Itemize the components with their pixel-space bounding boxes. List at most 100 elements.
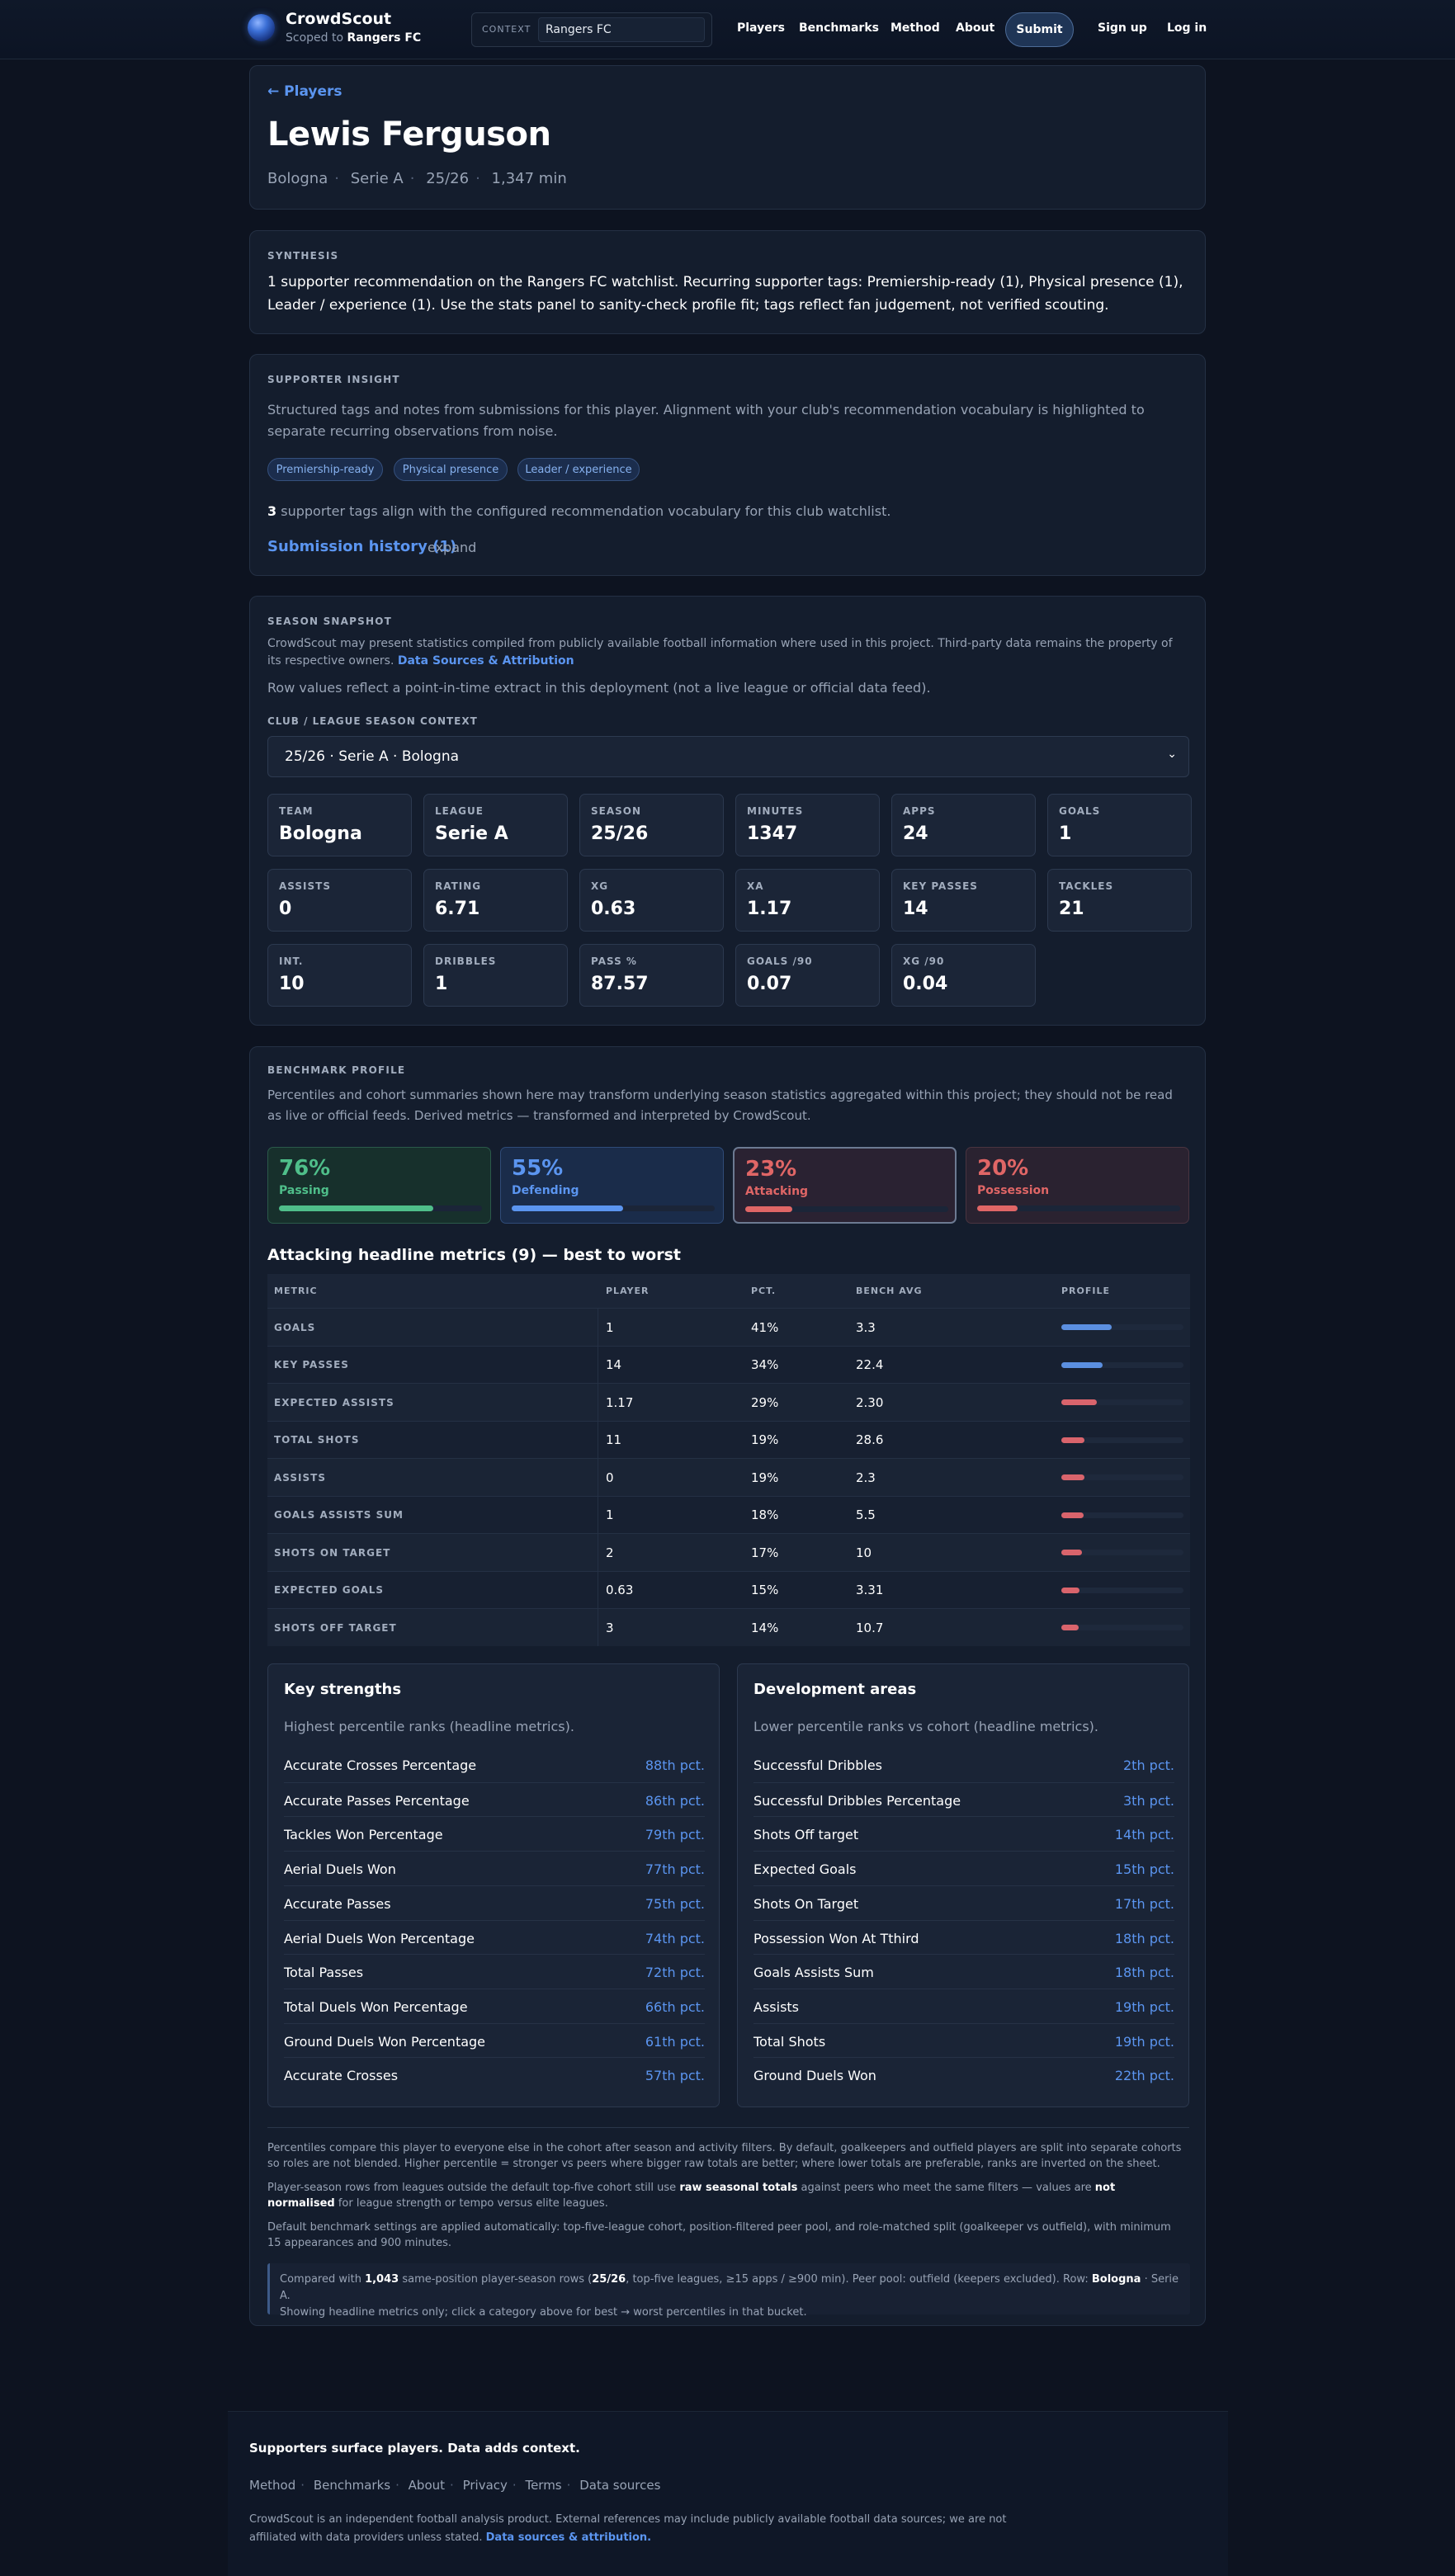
player-league: Serie A <box>350 170 404 187</box>
table-row: GOALS 1 41% 3.3 <box>267 1308 1190 1346</box>
metric-bench-avg: 2.3 <box>856 1470 876 1485</box>
profile-bar-track <box>1061 1399 1183 1405</box>
metric-name: Tackles Won Percentage <box>284 1827 443 1843</box>
footer-link-terms[interactable]: Terms <box>525 2478 561 2493</box>
stat-label: GOALS /90 <box>747 955 813 967</box>
list-item: Accurate Passes 75th pct. <box>284 1885 705 1920</box>
context-label: CONTEXT <box>482 24 531 35</box>
stat-value: 0.04 <box>903 974 948 994</box>
login-link[interactable]: Log in <box>1167 21 1207 35</box>
footer-links: Method · Benchmarks · About · Privacy · Term… <box>249 2478 661 2493</box>
nav-about[interactable]: About <box>956 21 994 35</box>
category-progress-track <box>279 1205 482 1211</box>
metric-name: Ground Duels Won Percentage <box>284 2033 486 2050</box>
category-name: Passing <box>279 1184 329 1197</box>
signup-link[interactable]: Sign up <box>1098 21 1147 35</box>
stat-label: PASS % <box>591 955 637 967</box>
percentile-rank: 19th pct. <box>1114 2033 1174 2050</box>
tag-premiership-ready[interactable]: Premiership-ready <box>267 458 383 481</box>
footer-tagline: Supporters surface players. Data adds co… <box>249 2441 580 2456</box>
category-progress-fill <box>977 1205 1018 1211</box>
profile-bar-fill <box>1061 1625 1079 1630</box>
percentile-rank: 79th pct. <box>645 1827 705 1843</box>
metric-percentile: 41% <box>751 1319 779 1335</box>
stat-value: 14 <box>903 899 928 919</box>
metric-name: Shots Off target <box>753 1827 859 1843</box>
category-card-passing[interactable]: 76% Passing <box>267 1147 491 1224</box>
table-row: GOALS ASSISTS SUM 1 18% 5.5 <box>267 1495 1190 1534</box>
development-areas-panel: Development areas Lower percentile ranks… <box>737 1663 1189 2107</box>
metric-name: GOALS ASSISTS SUM <box>274 1509 404 1521</box>
stat-value: 21 <box>1059 899 1084 919</box>
list-item: Ground Duels Won 22th pct. <box>753 2057 1174 2092</box>
back-to-players-link[interactable]: ← Players <box>267 83 342 100</box>
stat-tile: ASSISTS 0 <box>267 869 412 932</box>
percentile-rank: 74th pct. <box>645 1930 705 1946</box>
supporter-insight-card: SUPPORTER INSIGHT Structured tags and no… <box>249 354 1206 576</box>
nav-method[interactable]: Method <box>890 21 940 35</box>
metrics-title: Attacking headline metrics (9) — best to… <box>267 1246 681 1264</box>
footer-link-method[interactable]: Method <box>249 2478 295 2493</box>
profile-bar-fill <box>1061 1474 1085 1480</box>
metric-name: Shots On Target <box>753 1895 859 1912</box>
profile-bar-track <box>1061 1550 1183 1555</box>
footer-link-data-sources[interactable]: Data sources <box>579 2478 660 2493</box>
stat-label: KEY PASSES <box>903 880 978 892</box>
metric-player-value: 2 <box>606 1545 614 1560</box>
metric-player-value: 14 <box>606 1357 622 1372</box>
metric-percentile: 17% <box>751 1545 779 1560</box>
stat-value: 1.17 <box>747 899 792 919</box>
list-item: Shots On Target 17th pct. <box>753 1885 1174 1920</box>
expand-toggle[interactable]: expand <box>428 540 476 555</box>
metric-player-value: 1.17 <box>606 1394 634 1410</box>
brand-title[interactable]: CrowdScout <box>286 10 391 28</box>
category-card-attacking[interactable]: 23% Attacking <box>733 1147 957 1224</box>
submit-button[interactable]: Submit <box>1005 12 1074 47</box>
tag-leader-experience[interactable]: Leader / experience <box>517 458 640 481</box>
season-note: Row values reflect a point-in-time extra… <box>267 680 931 696</box>
metric-bench-avg: 3.3 <box>856 1319 876 1335</box>
nav-players[interactable]: Players <box>737 21 785 35</box>
season-snapshot-card: SEASON SNAPSHOT CrowdScout may present s… <box>249 596 1206 1026</box>
footnote-raw-e: for league strength or tempo versus elit… <box>338 2197 608 2210</box>
stat-value: 1347 <box>747 823 798 844</box>
tag-physical-presence[interactable]: Physical presence <box>394 458 508 481</box>
data-sources-link[interactable]: Data Sources & Attribution <box>398 654 574 668</box>
list-item: Total Shots 19th pct. <box>753 2022 1174 2058</box>
benchmark-profile-card: BENCHMARK PROFILE Percentiles and cohort… <box>249 1046 1206 2326</box>
col-metric: METRIC <box>274 1286 318 1296</box>
stat-label: GOALS <box>1059 805 1101 817</box>
scope-club: Rangers FC <box>347 31 422 45</box>
metric-name: Accurate Passes <box>284 1895 391 1912</box>
category-card-defending[interactable]: 55% Defending <box>500 1147 724 1224</box>
stat-tile: XA 1.17 <box>735 869 880 932</box>
season-context-select[interactable]: 25/26 · Serie A · Bologna ⌄ <box>267 736 1189 777</box>
metric-player-value: 1 <box>606 1507 614 1522</box>
list-item: Accurate Crosses 57th pct. <box>284 2057 705 2092</box>
footer-link-about[interactable]: About <box>409 2478 445 2493</box>
profile-bar-fill <box>1061 1399 1097 1405</box>
category-progress-fill <box>279 1205 433 1211</box>
footnote-raw-b: raw seasonal totals <box>679 2182 798 2194</box>
context-input[interactable] <box>538 17 705 42</box>
footer-link-privacy[interactable]: Privacy <box>463 2478 508 2493</box>
stat-tile: TACKLES 21 <box>1047 869 1192 932</box>
metric-name: Ground Duels Won <box>753 2068 876 2084</box>
footer-link-benchmarks[interactable]: Benchmarks <box>314 2478 390 2493</box>
table-row: SHOTS OFF TARGET 3 14% 10.7 <box>267 1608 1190 1646</box>
metric-percentile: 15% <box>751 1583 779 1597</box>
category-percent: 55% <box>512 1156 564 1181</box>
category-progress-fill <box>512 1205 624 1211</box>
synthesis-text: 1 supporter recommendation on the Ranger… <box>267 274 1183 314</box>
stat-label: MINUTES <box>747 805 804 817</box>
brand-logo-icon[interactable] <box>248 14 275 41</box>
footer-attribution-link[interactable]: Data sources & attribution. <box>486 2531 651 2544</box>
percentile-rank: 22th pct. <box>1114 2068 1174 2084</box>
compare-c: , top-five leagues, ≥15 apps / ≥900 min)… <box>626 2273 1089 2286</box>
percentile-rank: 15th pct. <box>1114 1861 1174 1878</box>
nav-benchmarks[interactable]: Benchmarks <box>799 21 879 35</box>
insight-label: SUPPORTER INSIGHT <box>267 374 400 385</box>
category-card-possession[interactable]: 20% Possession <box>966 1147 1189 1224</box>
list-item: Assists 19th pct. <box>753 1988 1174 2023</box>
table-row: EXPECTED ASSISTS 1.17 29% 2.30 <box>267 1383 1190 1421</box>
